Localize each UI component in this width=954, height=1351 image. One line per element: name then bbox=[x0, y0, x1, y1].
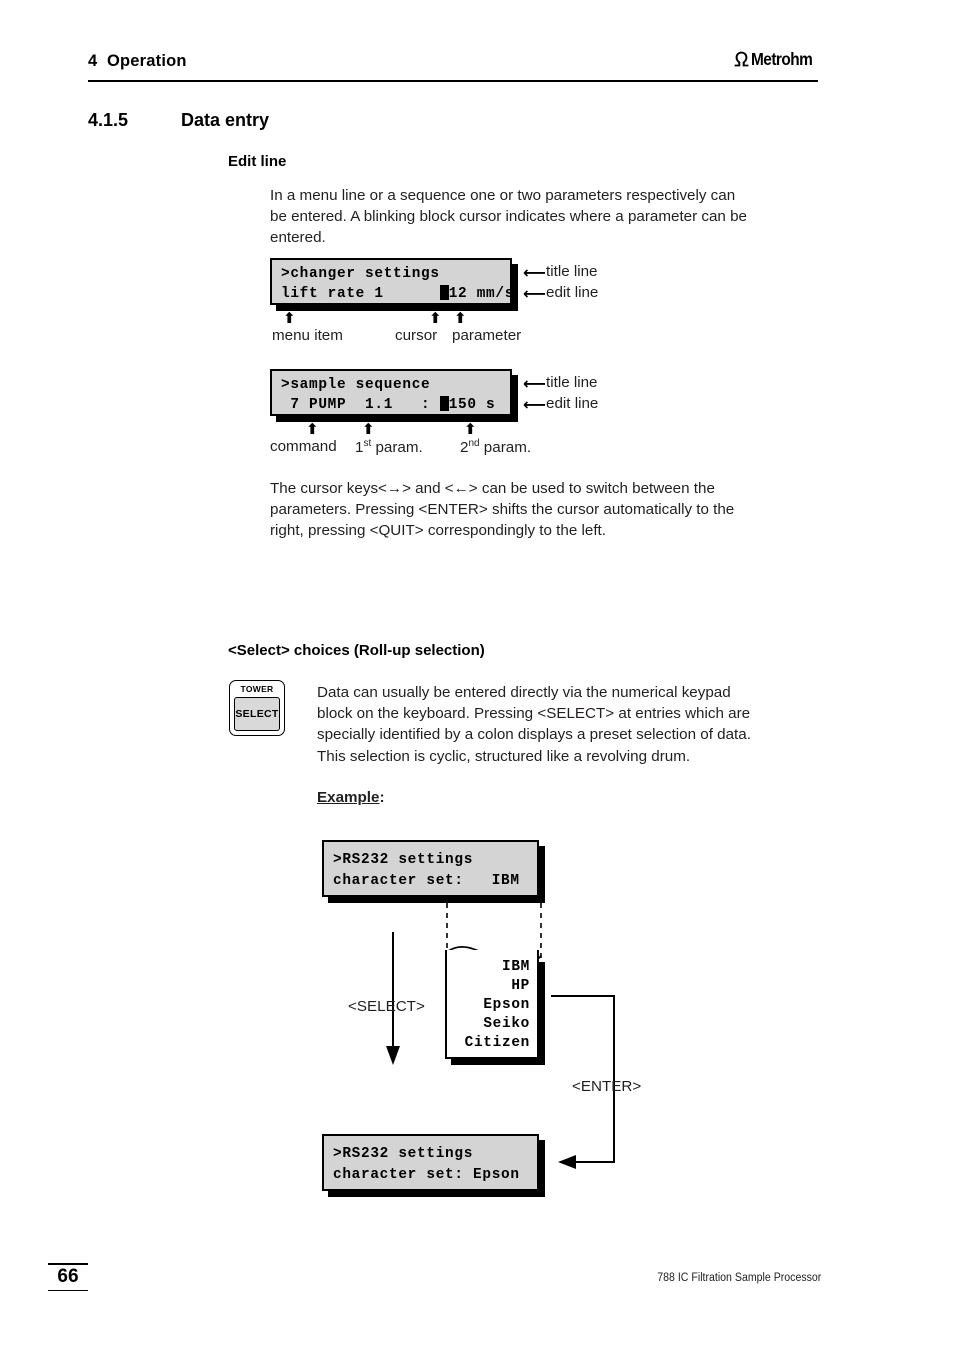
drum-option-2[interactable]: Epson bbox=[483, 997, 530, 1013]
rs232-bottom-edit-line: character set: Epson bbox=[333, 1167, 520, 1183]
select-arrow-head bbox=[386, 1046, 400, 1065]
enter-arrow-head bbox=[558, 1155, 576, 1169]
rollup-selection-diagram: >RS232 settings character set: IBM IBM H… bbox=[0, 0, 954, 1351]
rollup-drum-list[interactable]: IBM HP Epson Seiko Citizen bbox=[445, 950, 539, 1059]
rs232-top-display: >RS232 settings character set: IBM bbox=[322, 840, 539, 897]
drum-option-1[interactable]: HP bbox=[511, 978, 530, 994]
rs232-bottom-title-line: >RS232 settings bbox=[333, 1146, 474, 1162]
rs232-top-edit-line: character set: IBM bbox=[333, 873, 520, 889]
rs232-top-title-line: >RS232 settings bbox=[333, 852, 474, 868]
page-number: 66 bbox=[57, 1265, 79, 1287]
page-number-box: 66 bbox=[48, 1263, 88, 1292]
rs232-bottom-display: >RS232 settings character set: Epson bbox=[322, 1134, 539, 1191]
drum-option-3[interactable]: Seiko bbox=[483, 1016, 530, 1032]
footer-document-title: 788 IC Filtration Sample Processor bbox=[656, 1272, 821, 1284]
document-page: 4 Operation Metrohm 4.1.5 Data entry Edi… bbox=[0, 0, 954, 1351]
drum-option-4[interactable]: Citizen bbox=[465, 1035, 530, 1051]
page-number-rule-bottom bbox=[48, 1289, 88, 1292]
label-select-key: <SELECT> bbox=[348, 998, 425, 1015]
label-enter-key: <ENTER> bbox=[572, 1078, 642, 1095]
drum-option-0[interactable]: IBM bbox=[502, 959, 530, 975]
